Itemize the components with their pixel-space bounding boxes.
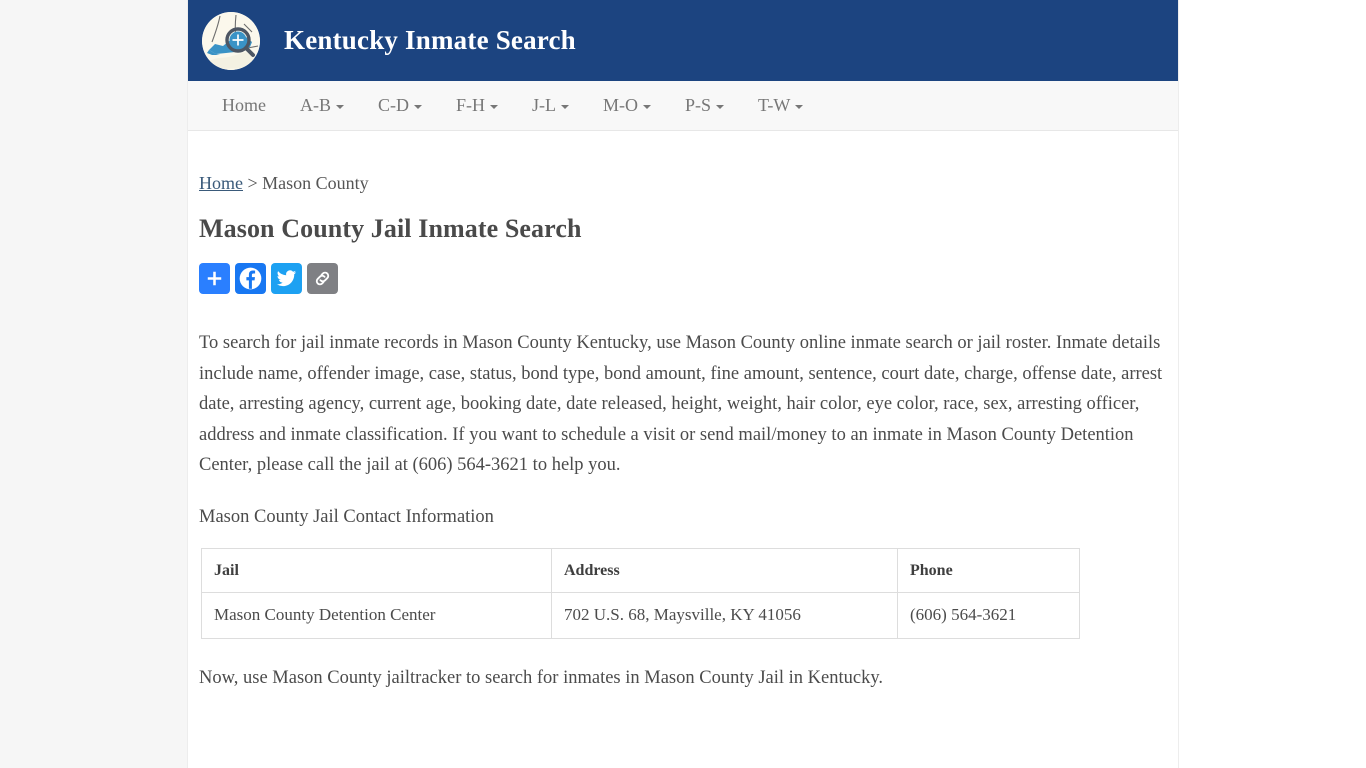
- page-root: Kentucky Inmate Search Home A-B C-D F-H …: [0, 0, 1366, 768]
- cell-jail-phone: (606) 564-3621: [897, 592, 1080, 639]
- nav-item-a-b: A-B: [283, 81, 361, 130]
- column-header-phone: Phone: [897, 548, 1080, 594]
- nav-label-c-d: C-D: [378, 95, 409, 115]
- column-header-jail: Jail: [201, 548, 552, 594]
- table-row: Mason County Detention Center 702 U.S. 6…: [201, 592, 1080, 639]
- breadcrumb-link-home[interactable]: Home: [199, 173, 243, 193]
- chevron-down-icon: [490, 104, 499, 109]
- addthis-share-button[interactable]: [199, 263, 230, 295]
- nav-label-j-l: J-L: [532, 95, 557, 115]
- chevron-down-icon: [561, 104, 570, 109]
- nav-label-p-s: P-S: [685, 95, 712, 115]
- nav-label-m-o: M-O: [603, 95, 639, 115]
- share-buttons-row: [199, 263, 1166, 295]
- contact-heading: Mason County Jail Contact Information: [199, 506, 494, 527]
- nav-link-f-h[interactable]: F-H: [439, 81, 515, 130]
- cell-jail-address: 702 U.S. 68, Maysville, KY 41056: [551, 592, 898, 639]
- left-gutter: [0, 0, 188, 768]
- page-title: Mason County Jail Inmate Search: [199, 213, 582, 243]
- breadcrumb: Home > Mason County: [199, 131, 1166, 195]
- chevron-down-icon: [336, 104, 344, 109]
- site-title: Kentucky Inmate Search: [284, 25, 576, 55]
- nav-item-f-h: F-H: [439, 81, 515, 130]
- breadcrumb-current: Mason County: [262, 173, 369, 193]
- kentucky-map-magnifier-icon[interactable]: [202, 11, 260, 70]
- nav-item-c-d: C-D: [361, 81, 439, 130]
- chevron-down-icon: [414, 104, 422, 109]
- nav-link-m-o[interactable]: M-O: [586, 81, 668, 130]
- column-header-address: Address: [551, 548, 898, 594]
- table-head: Jail Address Phone: [201, 548, 1080, 594]
- nav-label-a-b: A-B: [300, 95, 331, 115]
- nav-link-a-b[interactable]: A-B: [283, 81, 361, 130]
- nav-item-p-s: P-S: [668, 81, 741, 130]
- nav-list: Home A-B C-D F-H J-L M-O P-S T-W: [188, 81, 1178, 130]
- nav-item-m-o: M-O: [586, 81, 668, 130]
- nav-item-home: Home: [205, 81, 283, 130]
- nav-link-p-s[interactable]: P-S: [668, 81, 741, 130]
- site-header: Kentucky Inmate Search: [188, 0, 1178, 81]
- main-navigation: Home A-B C-D F-H J-L M-O P-S T-W: [188, 81, 1178, 131]
- table-body: Mason County Detention Center 702 U.S. 6…: [201, 592, 1080, 639]
- copy-link-button[interactable]: [307, 263, 338, 295]
- facebook-share-button[interactable]: [235, 263, 266, 295]
- nav-label-f-h: F-H: [456, 95, 486, 115]
- breadcrumb-separator: >: [243, 173, 263, 193]
- table-header-row: Jail Address Phone: [201, 548, 1080, 594]
- chevron-down-icon: [643, 104, 652, 109]
- twitter-share-button[interactable]: [271, 263, 302, 295]
- nav-label-t-w: T-W: [758, 95, 791, 115]
- content-right-edge: [1178, 0, 1179, 768]
- nav-link-home[interactable]: Home: [205, 81, 283, 130]
- jail-contact-table: Jail Address Phone Mason County Detentio…: [201, 548, 1080, 639]
- nav-label-home: Home: [222, 95, 266, 115]
- chevron-down-icon: [795, 104, 804, 109]
- closing-paragraph: Now, use Mason County jailtracker to sea…: [199, 667, 884, 688]
- intro-paragraph: To search for jail inmate records in Mas…: [199, 333, 1163, 476]
- content-column: Kentucky Inmate Search Home A-B C-D F-H …: [188, 0, 1179, 768]
- nav-item-t-w: T-W: [741, 81, 820, 130]
- article-inner: Home > Mason County Mason County Jail In…: [188, 131, 1178, 693]
- nav-link-j-l[interactable]: J-L: [515, 81, 586, 130]
- nav-link-c-d[interactable]: C-D: [361, 81, 439, 130]
- chevron-down-icon: [716, 104, 725, 109]
- main-content: Home > Mason County Mason County Jail In…: [188, 131, 1178, 693]
- cell-jail-name: Mason County Detention Center: [201, 592, 552, 639]
- nav-link-t-w[interactable]: T-W: [741, 81, 820, 130]
- nav-item-j-l: J-L: [515, 81, 586, 130]
